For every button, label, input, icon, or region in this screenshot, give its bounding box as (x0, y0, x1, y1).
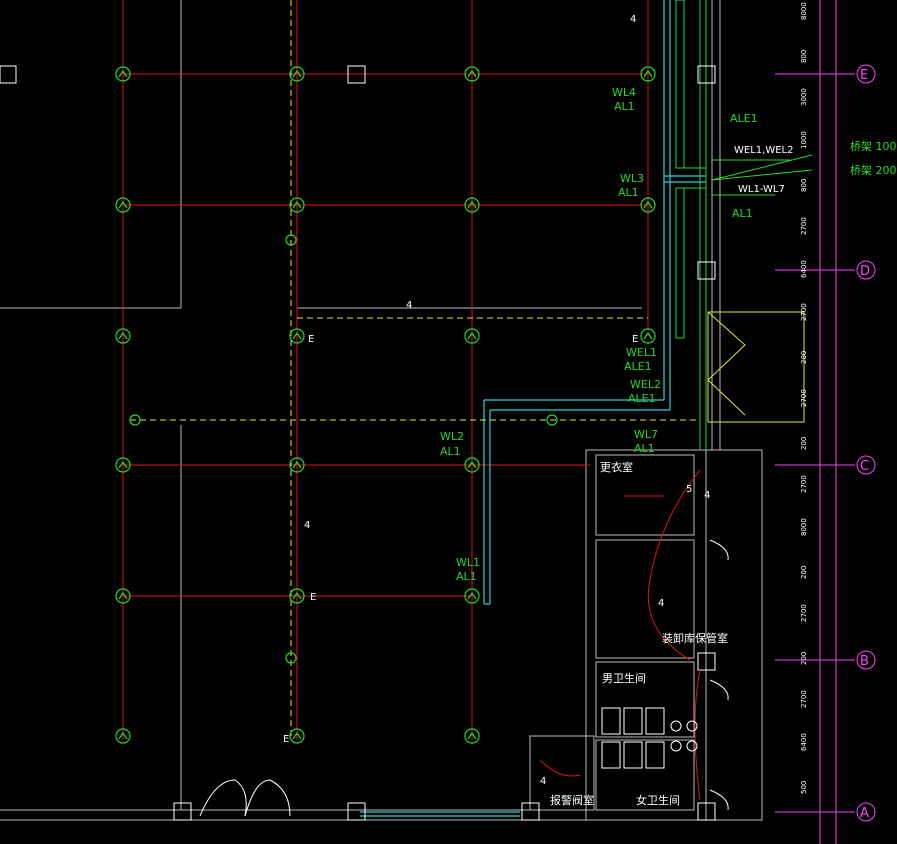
dimension-value: 6400 (800, 260, 808, 278)
dimension-value: 2700 (800, 475, 808, 493)
yellow-stair (707, 311, 805, 423)
mark-5: 5 (686, 484, 692, 495)
dimension-value: 8000 (800, 2, 808, 20)
dimension-value: 2700 (800, 690, 808, 708)
red-axis-lines (122, 0, 649, 740)
room-labels: 更衣室 装卸库保管室 男卫生间 女卫生间 报警阀室 (550, 460, 728, 807)
label-wel2: WEL2 (630, 378, 661, 391)
label-ale1-b: ALE1 (628, 392, 656, 405)
label-al1-c: AL1 (440, 445, 461, 458)
label-al1-d: AL1 (456, 570, 477, 583)
dimension-value: 2700 (800, 389, 808, 407)
light-fixtures (115, 66, 656, 744)
dimension-value: 2700 (800, 604, 808, 622)
mark-e3: E (310, 592, 316, 603)
dimension-value: 8000 (800, 518, 808, 536)
label-wl4: WL4 (612, 86, 636, 99)
dimension-value: 2700 (800, 217, 808, 235)
axis-bubble-B: B (856, 650, 876, 670)
room-male-wc: 男卫生间 (602, 671, 646, 685)
axis-label-C: C (860, 459, 869, 474)
dimension-value: 800 (800, 179, 808, 192)
columns (0, 65, 716, 821)
label-ale1-a: ALE1 (624, 360, 652, 373)
axis-label-D: D (860, 264, 870, 279)
dimension-strip: 8000 800 3000 1000 800 2700 6400 2700 200 2700 200… (800, 2, 808, 794)
cad-drawing: E D C B A WL4 AL1 WL3 AL1 WEL1 ALE1 WEL2… (0, 0, 897, 844)
dimension-value: 200 (800, 351, 808, 364)
dimension-value: 500 (800, 781, 808, 794)
room-storage: 装卸库保管室 (662, 631, 728, 645)
axis-label-A: A (860, 806, 869, 821)
circuit-labels: WL4 AL1 WL3 AL1 WEL1 ALE1 WEL2 ALE1 WL7 … (440, 86, 897, 583)
dimension-value: 1000 (800, 131, 808, 149)
dimension-value: 3000 (800, 88, 808, 106)
label-ale1-top: ALE1 (730, 112, 758, 125)
light-fixture (640, 328, 656, 344)
label-al1-b: AL1 (618, 186, 639, 199)
sanitary-fixtures (601, 707, 698, 769)
mark-e2: E (632, 334, 638, 345)
axis-bubble-E: E (856, 64, 876, 84)
room-alarm-valve: 报警阀室 (550, 793, 594, 807)
dimension-value: 2700 (800, 303, 808, 321)
dimension-value: 6400 (800, 733, 808, 751)
label-ladder2: 桥架 200× (850, 164, 897, 177)
mark-4-a: 4 (704, 490, 710, 501)
label-wl1-wl7: WL1-WL7 (738, 184, 785, 195)
axis-label-B: B (860, 654, 869, 669)
label-wl2: WL2 (440, 430, 464, 443)
dimension-value: 800 (800, 50, 808, 63)
axis-label-E: E (860, 68, 868, 83)
label-ladder1: 桥架 100× (850, 140, 897, 153)
room-female-wc: 女卫生间 (636, 793, 680, 807)
axis-bubble-A: A (856, 802, 876, 822)
dimension-value: 200 (800, 437, 808, 450)
mark-4-room: 4 (658, 598, 664, 609)
dimension-value: 200 (800, 566, 808, 579)
mark-4-left: 4 (304, 520, 310, 531)
label-wl3: WL3 (620, 172, 644, 185)
axis-bubble-D: D (856, 260, 876, 280)
label-wel1: WEL1 (626, 346, 657, 359)
shaft (675, 0, 813, 450)
mark-4-mid: 4 (406, 300, 412, 311)
mark-4-b: 4 (540, 776, 546, 787)
label-al1-top: AL1 (732, 207, 753, 220)
dimension-value: 200 (800, 652, 808, 665)
label-wel12: WEL1,WEL2 (734, 145, 793, 156)
light-fixture-mark (643, 331, 653, 340)
mark-e4: E (283, 734, 289, 745)
cable-tray (360, 0, 706, 817)
label-wl7: WL7 (634, 428, 658, 441)
label-wl1: WL1 (456, 556, 480, 569)
axis-bubble-C: C (856, 455, 876, 475)
mark-e1: E (308, 334, 314, 345)
label-al1-a: AL1 (614, 100, 635, 113)
label-al1-e: AL1 (634, 442, 655, 455)
room-changing: 更衣室 (600, 460, 633, 474)
mark-4-top: 4 (630, 14, 636, 25)
